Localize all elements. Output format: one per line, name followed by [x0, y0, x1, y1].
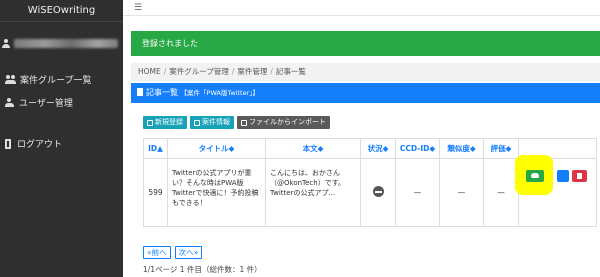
breadcrumb-case-groups[interactable]: 案件グループ管理: [169, 67, 229, 76]
sidebar-item-logout[interactable]: ログアウト: [5, 137, 62, 150]
card-subtitle: 【案件「PWA版Twitter」】: [180, 89, 260, 97]
cell-rating: —: [483, 158, 519, 227]
col-body-header[interactable]: 本文◆: [265, 138, 361, 159]
user-gear-icon: [5, 98, 15, 107]
user-icon: [2, 38, 10, 48]
cell-body: こんにちは、おかさん（@OkonTech）です。Twitterの公式アプ...: [265, 158, 361, 227]
col-similarity-header[interactable]: 類似度◆: [439, 138, 484, 159]
user-info: [0, 35, 118, 51]
card-header: 記事一覧 【案件「PWA版Twitter」】: [131, 83, 600, 103]
top-bar: ☰: [123, 0, 600, 16]
new-article-button[interactable]: 新規登録: [143, 116, 187, 129]
cloud-upload-icon: [531, 173, 539, 178]
col-status-header[interactable]: 状況◆: [360, 138, 396, 159]
logout-icon: [5, 138, 13, 149]
trash-icon: [577, 173, 582, 179]
sidebar-item-user-management[interactable]: ユーザー管理: [5, 96, 73, 109]
prev-page-button[interactable]: «前へ: [143, 246, 171, 259]
breadcrumb-separator: /: [270, 67, 273, 76]
sidebar: WiSEOwriting 案件グループ一覧 ユーザー管理 ログアウト: [0, 0, 123, 277]
cell-status: [360, 158, 396, 227]
page-info: 1/1ページ 1 件目（総件数：1 件）: [143, 265, 262, 274]
case-info-label: 案件情報: [202, 118, 230, 126]
col-title-header[interactable]: タイトル◆: [167, 138, 266, 159]
toolbar: 新規登録 案件情報 ファイルからインポート: [143, 116, 330, 129]
case-info-button[interactable]: 案件情報: [190, 116, 234, 129]
breadcrumb-home[interactable]: HOME: [138, 67, 161, 76]
next-page-button[interactable]: 次へ»: [174, 246, 203, 259]
import-label: ファイルからインポート: [249, 118, 326, 126]
breadcrumb: HOME / 案件グループ管理 / 案件管理 / 記事一覧: [131, 63, 600, 81]
users-icon: [5, 75, 16, 84]
sidebar-item-label: 案件グループ一覧: [20, 76, 92, 86]
cell-similarity: —: [439, 158, 484, 227]
col-rating-header[interactable]: 評価◆: [483, 138, 519, 159]
sidebar-item-label: ログアウト: [17, 140, 63, 150]
edit-icon: [194, 119, 200, 126]
upload-icon: [241, 119, 247, 126]
sidebar-item-label: ユーザー管理: [19, 99, 73, 109]
brand-logo[interactable]: WiSEOwriting: [0, 0, 123, 22]
pagination: «前へ 次へ»: [143, 246, 203, 259]
cell-id: 599: [143, 158, 168, 227]
cloud-upload-button[interactable]: [526, 170, 544, 182]
plus-icon: [147, 119, 153, 126]
cell-ccd-id: —: [395, 158, 440, 227]
col-id-header[interactable]: ID▲: [143, 138, 168, 159]
cell-title[interactable]: Twitterの公式アプリが重い？そんな時はPWA版Twitterで快適に！予約…: [167, 158, 266, 227]
card-title: 記事一覧: [146, 88, 178, 97]
sidebar-item-case-groups[interactable]: 案件グループ一覧: [5, 73, 91, 86]
breadcrumb-separator: /: [163, 67, 167, 76]
file-icon: [137, 88, 143, 96]
col-ccd-id-header[interactable]: CCD-ID◆: [395, 138, 440, 159]
import-from-file-button[interactable]: ファイルからインポート: [237, 116, 330, 129]
delete-button[interactable]: [572, 170, 587, 182]
new-article-label: 新規登録: [155, 118, 183, 126]
success-alert: 登録されました: [131, 31, 600, 56]
breadcrumb-cases[interactable]: 案件管理: [237, 67, 267, 76]
status-minus-circle-icon[interactable]: [372, 186, 384, 197]
alert-text: 登録されました: [142, 39, 198, 48]
edit-button[interactable]: [557, 170, 569, 182]
user-name-blurred: [14, 38, 118, 48]
breadcrumb-current: 記事一覧: [275, 67, 306, 76]
hamburger-menu-icon[interactable]: ☰: [134, 4, 142, 13]
breadcrumb-separator: /: [231, 67, 235, 76]
